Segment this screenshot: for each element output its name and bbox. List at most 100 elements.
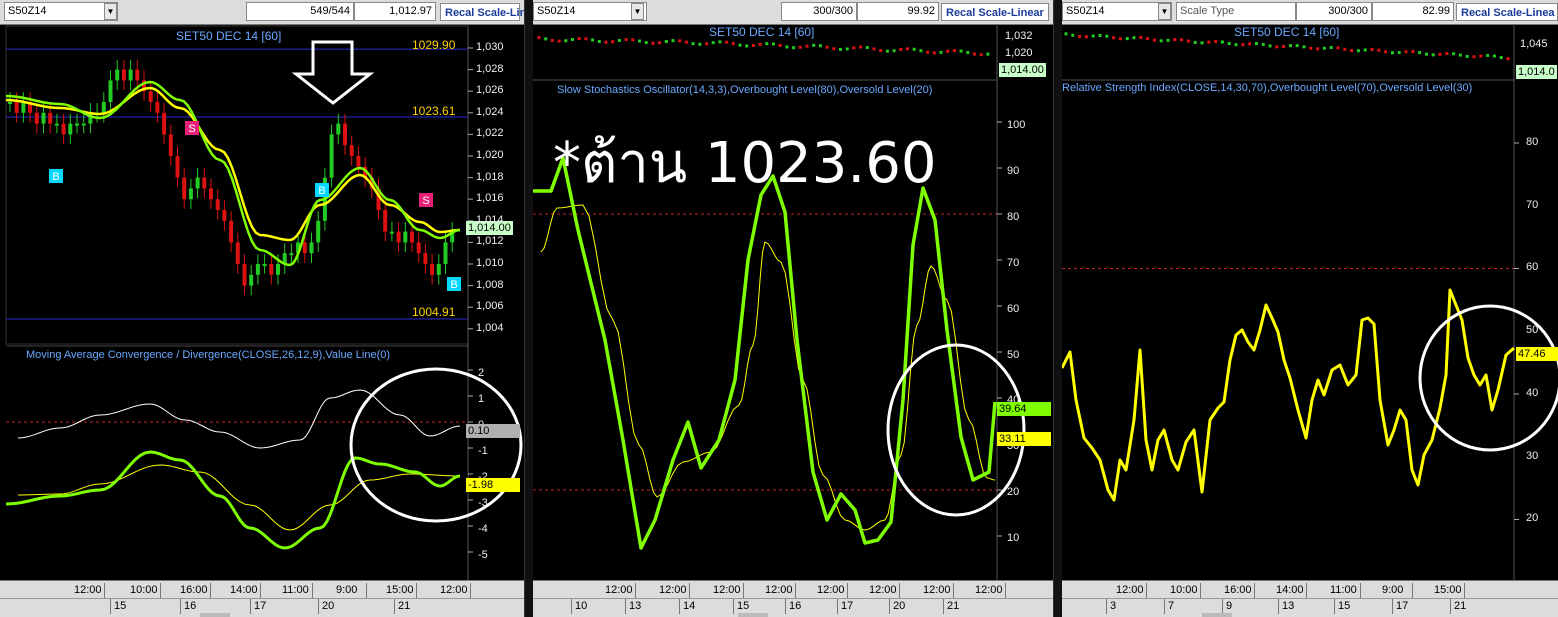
mini-candle — [1200, 41, 1204, 45]
mini-candle — [1125, 37, 1129, 41]
axis-tick-label: 12:00 — [817, 584, 845, 596]
scroll-knob[interactable] — [1202, 613, 1232, 617]
mini-candle — [785, 45, 789, 49]
time-row: 12:00 12:00 12:00 12:00 12:00 12:00 12:00 12:00 — [533, 583, 1053, 599]
axis-tick-label: 80 — [1526, 136, 1539, 148]
hline-high-label: 1029.90 — [412, 38, 456, 52]
candle-body — [229, 220, 234, 243]
axis-tick-label: 100 — [1007, 119, 1026, 131]
panel2-time-axis[interactable]: 12:00 12:00 12:00 12:00 12:00 12:00 12:00 12:00… — [533, 580, 1053, 617]
axis-tick — [943, 599, 944, 614]
axis-tick — [889, 599, 890, 614]
axis-tick-label: 12:00 — [923, 584, 951, 596]
mini-candle — [1452, 52, 1456, 56]
mini-candle — [1078, 35, 1082, 39]
axis-tick-label: 10:00 — [130, 584, 158, 596]
axis-tick — [1200, 583, 1201, 598]
mini-candle — [1370, 47, 1374, 51]
axis-tick — [743, 583, 744, 598]
candle-body — [416, 242, 421, 254]
candle-body — [168, 134, 173, 156]
mini-candle — [1139, 36, 1143, 40]
mini-candle — [705, 42, 708, 46]
candle-body — [128, 69, 133, 81]
panel1-time-axis[interactable]: 12:00 10:00 16:00 14:00 11:00 9:00 15:00 12:00 … — [0, 580, 524, 617]
axis-tick-label: 12:00 — [765, 584, 793, 596]
mini-candle — [1180, 38, 1184, 42]
mini-candle — [1288, 44, 1292, 48]
scroll-knob[interactable] — [200, 613, 230, 617]
mini-candle — [1506, 57, 1510, 61]
mini-candle — [564, 39, 568, 43]
mini-candle — [899, 48, 903, 52]
candle-body — [115, 69, 120, 81]
axis-tick — [1164, 599, 1165, 614]
axis-tick — [785, 599, 786, 614]
panel3-time-axis[interactable]: 12:00 10:00 16:00 14:00 11:00 9:00 15:00 3 7 9 13… — [1062, 580, 1558, 617]
mini-candle — [617, 38, 621, 42]
axis-tick-label: 1,022 — [476, 127, 504, 140]
axis-tick-label: 12:00 — [1116, 584, 1144, 596]
axis-tick-label: 16 — [789, 600, 802, 612]
axis-tick — [635, 583, 636, 598]
axis-tick-label: 90 — [1007, 164, 1020, 177]
axis-tick — [1222, 599, 1223, 614]
mini-candle — [1071, 33, 1075, 37]
axis-tick-label: 15:00 — [386, 584, 414, 596]
axis-tick-label: 14:00 — [230, 584, 258, 596]
mini-candle — [879, 49, 883, 53]
candle-body — [54, 123, 59, 126]
axis-tick-label: 11:00 — [1330, 584, 1357, 596]
axis-tick-label: 13 — [629, 600, 642, 612]
axis-tick-label: 50 — [1007, 348, 1020, 361]
candle-body — [443, 242, 448, 264]
candle-body — [34, 112, 39, 124]
hline-low-label: 1004.91 — [412, 305, 456, 319]
candle-body — [41, 112, 46, 124]
candle-body — [436, 264, 441, 275]
axis-tick — [110, 599, 111, 614]
mini-candle — [952, 49, 956, 53]
mini-candle — [1438, 52, 1442, 56]
mini-candle — [1295, 44, 1299, 48]
mini-candle — [832, 47, 836, 51]
mini-candle — [638, 39, 641, 43]
axis-tick — [250, 599, 251, 614]
candle-body — [423, 253, 428, 264]
mini-candle — [745, 44, 749, 48]
axis-tick-label: 17 — [254, 600, 267, 612]
mini-candle — [1241, 43, 1245, 47]
resistance-annotation: *ต้าน 1023.60 — [553, 131, 937, 196]
axis-tick — [366, 583, 367, 598]
signal-marker-label: S — [188, 123, 195, 135]
axis-tick-label: 50 — [1526, 324, 1539, 337]
mini-candle — [1186, 39, 1190, 43]
mini-candle — [1091, 34, 1095, 38]
mini-candle — [872, 47, 876, 51]
mini-candle — [1084, 35, 1088, 39]
mini-candle — [1377, 48, 1381, 52]
mini-candle — [859, 45, 863, 49]
mini-candle — [751, 44, 755, 48]
mini-candle — [671, 39, 675, 43]
candle-body — [162, 112, 167, 135]
axis-tick — [733, 599, 734, 614]
candle-body — [302, 242, 307, 254]
candle-body — [202, 177, 207, 189]
axis-tick-label: 80 — [1007, 210, 1020, 223]
mini-candle — [1193, 40, 1197, 44]
axis-tick-label: 70 — [1007, 256, 1020, 269]
mini-candle — [865, 45, 869, 49]
axis-tick — [470, 583, 471, 598]
mini-candle — [1465, 54, 1469, 58]
axis-tick-label: 60 — [1007, 302, 1020, 315]
scroll-knob[interactable] — [738, 613, 768, 617]
axis-tick-label: 1,012 — [476, 235, 504, 248]
time-row: 12:00 10:00 16:00 14:00 11:00 9:00 15:00 — [1062, 583, 1558, 599]
mini-candle — [1098, 33, 1102, 37]
mini-candle — [725, 40, 729, 44]
stoch-k-tag: 39.64 — [997, 402, 1051, 416]
axis-tick — [899, 583, 900, 598]
mini-candle — [1363, 48, 1367, 52]
mini-axis-label-1: 1,020 — [1005, 47, 1033, 59]
